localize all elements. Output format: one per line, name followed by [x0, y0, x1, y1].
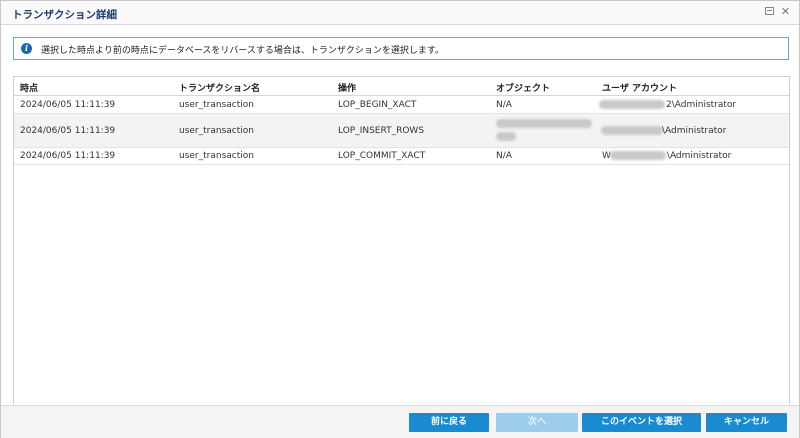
cell-time: 2024/06/05 11:11:39	[20, 100, 116, 110]
cell-transaction-name: user_transaction	[179, 126, 254, 136]
close-icon: ✕	[780, 5, 791, 18]
dialog-footer: 前に戻る 次へ このイベントを選択 キャンセル	[1, 405, 799, 438]
cell-object: N/A	[496, 151, 512, 161]
table-header: 時点 トランザクション名 操作 オブジェクト ユーザ アカウント	[14, 77, 789, 96]
back-button[interactable]: 前に戻る	[409, 413, 489, 432]
cancel-button[interactable]: キャンセル	[706, 413, 787, 432]
restore-button[interactable]	[765, 6, 776, 17]
redacted-account	[599, 100, 665, 109]
column-header-transaction-name[interactable]: トランザクション名	[179, 81, 260, 94]
select-event-button[interactable]: このイベントを選択	[582, 413, 701, 432]
cell-operation: LOP_COMMIT_XACT	[338, 151, 426, 161]
column-header-user-account[interactable]: ユーザ アカウント	[602, 81, 677, 94]
dialog-title: トランザクション詳細	[12, 9, 117, 21]
cell-transaction-name: user_transaction	[179, 100, 254, 110]
redacted-object	[496, 119, 592, 128]
column-header-operation[interactable]: 操作	[338, 81, 356, 94]
info-message-bar: i 選択した時点より前の時点にデータベースをリバースする場合は、トランザクション…	[13, 37, 789, 60]
cell-operation: LOP_INSERT_ROWS	[338, 126, 425, 136]
cell-user-account: 2\Administrator	[666, 100, 737, 110]
info-message: 選択した時点より前の時点にデータベースをリバースする場合は、トランザクションを選…	[41, 46, 445, 56]
info-icon: i	[21, 43, 32, 54]
column-header-time[interactable]: 時点	[20, 81, 38, 94]
cell-object: N/A	[496, 100, 512, 110]
table-row[interactable]: 2024/06/05 11:11:39 user_transaction LOP…	[14, 114, 789, 148]
table-row[interactable]: 2024/06/05 11:11:39 user_transaction LOP…	[14, 96, 789, 114]
window-controls: ✕	[765, 6, 791, 17]
restore-icon	[765, 7, 774, 15]
redacted-account	[610, 151, 666, 160]
close-button[interactable]: ✕	[780, 6, 791, 17]
redacted-object	[496, 132, 516, 141]
cell-time: 2024/06/05 11:11:39	[20, 126, 116, 136]
column-header-object[interactable]: オブジェクト	[496, 81, 550, 94]
transaction-details-dialog: トランザクション詳細 ✕ i 選択した時点より前の時点にデータベースをリバースす…	[0, 0, 800, 438]
title-bar: トランザクション詳細 ✕	[1, 1, 799, 25]
transaction-table: 時点 トランザクション名 操作 オブジェクト ユーザ アカウント 2024/06…	[13, 76, 790, 406]
table-row[interactable]: 2024/06/05 11:11:39 user_transaction LOP…	[14, 148, 789, 165]
cell-operation: LOP_BEGIN_XACT	[338, 100, 417, 110]
cell-time: 2024/06/05 11:11:39	[20, 151, 116, 161]
cell-transaction-name: user_transaction	[179, 151, 254, 161]
next-button[interactable]: 次へ	[496, 413, 578, 432]
redacted-account	[601, 126, 663, 135]
cell-user-account: \Administrator	[662, 126, 727, 136]
